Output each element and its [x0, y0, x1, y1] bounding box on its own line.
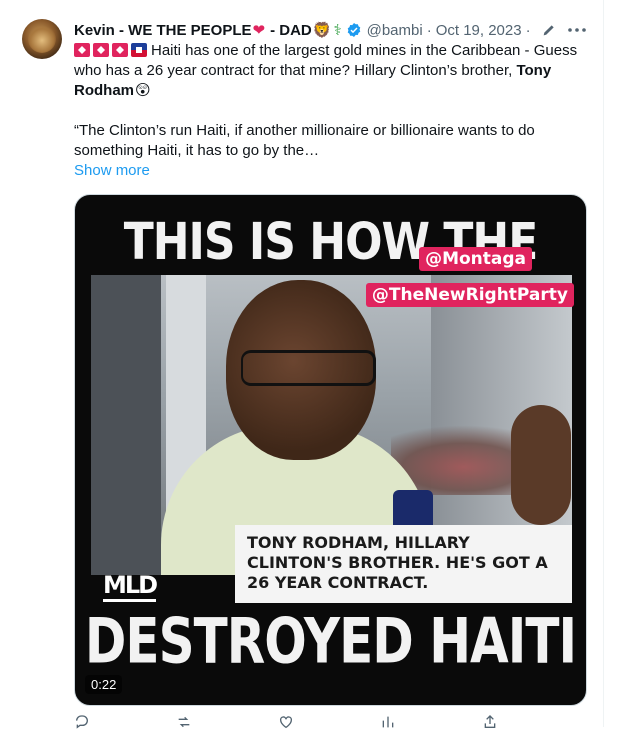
lion-avatar-image	[28, 25, 56, 53]
flag-icons	[74, 43, 147, 57]
retweet-icon	[178, 716, 190, 728]
video-bottom-text: DESTROYED HAITI	[84, 605, 577, 678]
lion-emoji-icon: 🦁	[312, 21, 332, 39]
views-icon	[382, 716, 394, 728]
share-icon	[484, 715, 496, 728]
tweet-text-para2: “The Clinton’s run Haiti, if another mil…	[74, 122, 535, 159]
haiti-flag-icon	[131, 43, 147, 57]
background-building	[91, 275, 161, 575]
caduceus-emoji-icon: ⚕	[333, 21, 342, 39]
heart-emoji-icon: ❤	[252, 21, 266, 39]
tweet-text: Haiti has one of the largest gold mines …	[74, 41, 584, 181]
video-tag-montaga: @Montaga	[419, 247, 532, 271]
glasses	[241, 350, 376, 386]
video-player[interactable]: THIS IS HOW THE CLINTONS @Montaga @TheNe…	[74, 194, 587, 706]
verified-icon	[347, 23, 360, 37]
tweet-card[interactable]: Kevin - WE THE PEOPLE ❤ - DAD 🦁 ⚕ @bambi…	[0, 0, 629, 729]
column-divider	[603, 0, 604, 727]
tweet-header: Kevin - WE THE PEOPLE ❤ - DAD 🦁 ⚕ @bambi…	[74, 19, 557, 41]
tweet-text-line1: Haiti has one of the largest gold mines …	[74, 42, 578, 79]
more-icon[interactable]	[566, 22, 588, 38]
author-name[interactable]: Kevin - WE THE PEOPLE	[74, 22, 252, 39]
tweet-date[interactable]: Oct 19, 2023	[436, 22, 522, 39]
video-logo: MLD	[103, 571, 158, 602]
astonished-emoji-icon: 😲	[135, 82, 151, 99]
video-tag-newrightparty: @TheNewRightParty	[365, 283, 574, 307]
separator: ·	[426, 21, 432, 39]
like-icon	[280, 716, 292, 729]
video-caption: TONY RODHAM, HILLARY CLINTON'S BROTHER. …	[235, 525, 572, 603]
author-handle[interactable]: @bambi	[367, 22, 423, 39]
flag-icon	[93, 43, 109, 57]
avatar[interactable]	[22, 19, 62, 59]
show-more-link[interactable]: Show more	[74, 161, 584, 181]
flag-icon	[74, 43, 90, 57]
author-name-suffix[interactable]: - DAD	[270, 22, 312, 39]
video-timestamp: 0:22	[85, 675, 123, 694]
flag-icon	[112, 43, 128, 57]
reply-icon	[76, 715, 88, 729]
edit-icon[interactable]	[541, 22, 557, 38]
hand	[511, 405, 571, 525]
separator: ·	[525, 21, 531, 39]
